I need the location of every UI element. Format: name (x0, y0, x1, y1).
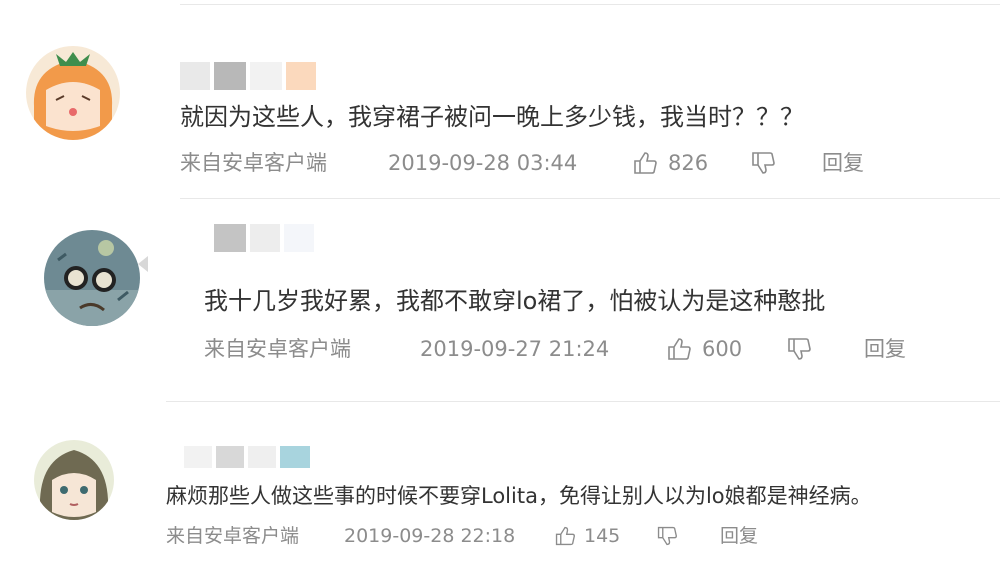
avatar-anime-girl-image (34, 440, 114, 520)
reply-button[interactable]: 回复 (822, 148, 864, 178)
username-blurred[interactable] (214, 224, 314, 252)
comment-item: 我十几岁我好累，我都不敢穿lo裙了，怕被认为是这种憨批 来自安卓客户端 2019… (0, 200, 1000, 400)
like-button[interactable]: 145 (554, 522, 656, 550)
like-count: 826 (668, 151, 709, 175)
username-blurred[interactable] (184, 446, 310, 468)
username-blurred[interactable] (180, 62, 316, 90)
avatar[interactable] (34, 440, 114, 520)
thumbs-down-icon (788, 338, 811, 360)
like-count: 145 (584, 525, 621, 547)
blur-block (284, 224, 314, 252)
avatar-illustration-image (44, 230, 140, 326)
avatar-anime-girl-image (26, 46, 120, 140)
reply-pointer (138, 256, 148, 272)
blur-block (250, 62, 282, 90)
timestamp: 2019-09-27 21:24 (420, 337, 610, 361)
dislike-button[interactable] (786, 336, 864, 362)
dislike-button[interactable] (750, 150, 822, 176)
blur-block (184, 446, 212, 468)
comment-meta: 来自安卓客户端 2019-09-28 22:18 145 回复 (166, 522, 758, 550)
source-label: 来自安卓客户端 (166, 525, 300, 547)
source-label: 来自安卓客户端 (204, 337, 351, 361)
comment-text: 我十几岁我好累，我都不敢穿lo裙了，怕被认为是这种憨批 (204, 287, 826, 315)
comment-text: 麻烦那些人做这些事的时候不要穿Lolita，免得让别人以为lo娘都是神经病。 (166, 484, 872, 508)
comment-text: 就因为这些人，我穿裙子被问一晚上多少钱，我当时？？？ (180, 103, 804, 131)
comment-meta: 来自安卓客户端 2019-09-28 03:44 826 回复 (180, 148, 864, 178)
like-count: 600 (702, 337, 743, 361)
timestamp: 2019-09-28 22:18 (344, 525, 516, 547)
comment-item: 麻烦那些人做这些事的时候不要穿Lolita，免得让别人以为lo娘都是神经病。 来… (0, 402, 1000, 564)
timestamp: 2019-09-28 03:44 (388, 151, 578, 175)
blur-block (216, 446, 244, 468)
thumbs-up-icon (555, 526, 575, 546)
blur-block (250, 224, 280, 252)
blur-block (248, 446, 276, 468)
blur-block (280, 446, 310, 468)
avatar[interactable] (26, 46, 120, 140)
reply-button[interactable]: 回复 (720, 522, 758, 550)
comment-item: 就因为这些人，我穿裙子被问一晚上多少钱，我当时？？？ 来自安卓客户端 2019-… (0, 0, 1000, 200)
dislike-button[interactable] (656, 525, 720, 547)
like-button[interactable]: 826 (632, 148, 750, 178)
thumbs-up-icon (634, 152, 657, 174)
source-label: 来自安卓客户端 (180, 151, 327, 175)
comment-divider (180, 198, 1000, 199)
blur-block (286, 62, 316, 90)
thumbs-up-icon (668, 338, 691, 360)
thumbs-down-icon (752, 152, 775, 174)
blur-block (180, 62, 210, 90)
reply-button[interactable]: 回复 (864, 334, 906, 364)
comment-meta: 来自安卓客户端 2019-09-27 21:24 600 回复 (204, 334, 906, 364)
like-button[interactable]: 600 (666, 334, 786, 364)
blur-block (214, 62, 246, 90)
comment-thread: 就因为这些人，我穿裙子被问一晚上多少钱，我当时？？？ 来自安卓客户端 2019-… (0, 0, 1000, 564)
avatar[interactable] (44, 230, 140, 326)
blur-block (214, 224, 246, 252)
thumbs-down-icon (657, 526, 677, 546)
